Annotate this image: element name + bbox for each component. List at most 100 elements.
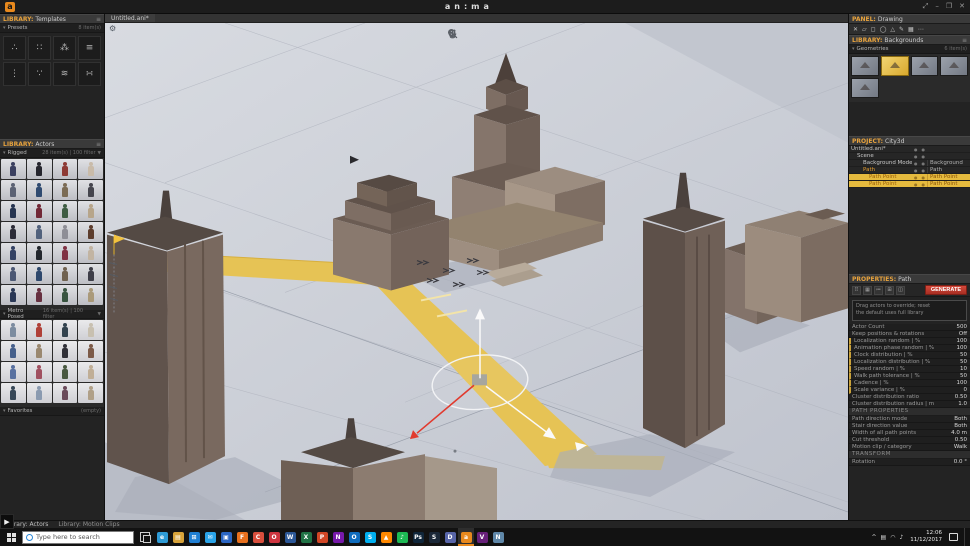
actor-thumbnail[interactable] bbox=[1, 341, 26, 361]
start-button[interactable] bbox=[0, 528, 22, 546]
drawing-tool-icon[interactable]: ⋯ bbox=[918, 26, 924, 33]
tray-icon[interactable]: ♪ bbox=[899, 534, 903, 541]
actor-thumbnail[interactable] bbox=[1, 201, 26, 221]
actor-thumbnail[interactable] bbox=[53, 159, 78, 179]
templates-library-header[interactable]: LIBRARY: Templates ≡ bbox=[0, 14, 104, 24]
template-preset-tile[interactable]: ∺ bbox=[78, 62, 101, 86]
property-value[interactable]: 50 bbox=[960, 359, 967, 365]
favorites-section-bar[interactable]: ▾ Favorites (empty) bbox=[0, 407, 104, 416]
property-row[interactable]: Width of all path points 4.0 m bbox=[849, 430, 970, 437]
property-value[interactable]: 50 bbox=[960, 352, 967, 358]
actor-thumbnail[interactable] bbox=[27, 201, 52, 221]
property-tab-icon[interactable]: ⠿ bbox=[852, 286, 861, 295]
actor-thumbnail[interactable] bbox=[78, 362, 103, 382]
show-desktop-button[interactable] bbox=[964, 528, 968, 546]
taskbar-app-icon[interactable]: ▣ bbox=[218, 528, 234, 546]
property-row[interactable]: Keep positions & rotations Off bbox=[849, 331, 970, 338]
task-view-icon[interactable] bbox=[140, 532, 150, 542]
property-value[interactable]: 0.50 bbox=[955, 394, 967, 400]
property-value[interactable]: 500 bbox=[957, 324, 968, 330]
actor-thumbnail[interactable] bbox=[1, 320, 26, 340]
zoom-in-tool-icon[interactable] bbox=[501, 28, 512, 39]
property-row[interactable]: Cut threshold 0.50 bbox=[849, 437, 970, 444]
property-value[interactable]: Both bbox=[954, 416, 967, 422]
zoom-out-tool-icon[interactable] bbox=[483, 28, 494, 39]
viewport-scene[interactable]: ⚙ bbox=[105, 23, 848, 520]
actor-thumbnail[interactable] bbox=[27, 180, 52, 200]
property-row[interactable]: Clock distribution | % 50 bbox=[849, 352, 970, 359]
drawing-tool-icon[interactable]: ✕ bbox=[853, 26, 858, 33]
lock-dot-icon[interactable]: ● bbox=[922, 182, 926, 187]
property-row[interactable]: Walk path tolerance | % 50 bbox=[849, 373, 970, 380]
close-icon[interactable]: ✕ bbox=[959, 2, 965, 11]
actor-thumbnail[interactable] bbox=[1, 222, 26, 242]
actor-thumbnail[interactable] bbox=[78, 320, 103, 340]
drawing-tool-icon[interactable]: ◻ bbox=[871, 26, 876, 33]
property-row[interactable]: Animation phase random | % 100 bbox=[849, 345, 970, 352]
actor-thumbnail[interactable] bbox=[53, 383, 78, 403]
drawing-tool-icon[interactable]: ▦ bbox=[908, 26, 914, 33]
actor-thumbnail[interactable] bbox=[27, 264, 52, 284]
property-row[interactable]: Motion clip / category Walk bbox=[849, 444, 970, 451]
property-row[interactable]: Actor Count 500 bbox=[849, 324, 970, 331]
maximize-icon[interactable]: ❐ bbox=[946, 2, 952, 11]
outliner-row[interactable]: Path Point ● ● Path Point bbox=[849, 174, 970, 181]
template-preset-tile[interactable]: ≡ bbox=[78, 36, 101, 60]
property-value[interactable]: 10 bbox=[960, 366, 967, 372]
taskbar-clock[interactable]: 12:06 11/12/2017 bbox=[910, 530, 942, 544]
menu-icon[interactable]: ≡ bbox=[96, 16, 101, 23]
template-preset-tile[interactable]: ≋ bbox=[53, 62, 76, 86]
taskbar-app-icon[interactable]: a bbox=[458, 528, 474, 546]
lock-dot-icon[interactable]: ● bbox=[922, 147, 926, 152]
tray-icon[interactable]: ^ bbox=[872, 534, 877, 541]
actor-thumbnail[interactable] bbox=[53, 222, 78, 242]
actor-thumbnail[interactable] bbox=[27, 341, 52, 361]
taskbar-app-icon[interactable]: F bbox=[234, 528, 250, 546]
tray-icon[interactable]: ▤ bbox=[881, 534, 887, 541]
property-value[interactable]: Walk bbox=[954, 444, 967, 450]
actor-thumbnail[interactable] bbox=[27, 383, 52, 403]
property-value[interactable]: 100 bbox=[957, 338, 968, 344]
property-value[interactable]: 100 bbox=[957, 345, 968, 351]
taskbar-app-icon[interactable]: V bbox=[474, 528, 490, 546]
property-row[interactable]: Cluster distribution radius | m 1.0 bbox=[849, 401, 970, 408]
actor-thumbnail[interactable] bbox=[53, 180, 78, 200]
taskbar-app-icon[interactable]: Ps bbox=[410, 528, 426, 546]
property-row[interactable]: Cadence | % 100 bbox=[849, 380, 970, 387]
property-value[interactable]: 50 bbox=[960, 373, 967, 379]
property-row[interactable]: Cluster distribution ratio 0.50 bbox=[849, 394, 970, 401]
document-tab[interactable]: Untitled.ani* bbox=[105, 14, 155, 22]
property-value[interactable]: 1.0 bbox=[958, 401, 967, 407]
project-header[interactable]: PROJECT: City3d bbox=[849, 136, 970, 146]
menu-icon[interactable]: ≡ bbox=[962, 37, 967, 44]
scene-canvas-svg[interactable] bbox=[105, 23, 848, 520]
actor-thumbnail[interactable] bbox=[27, 285, 52, 305]
actor-thumbnail[interactable] bbox=[78, 180, 103, 200]
actor-thumbnail[interactable] bbox=[53, 201, 78, 221]
background-thumbnail[interactable] bbox=[911, 56, 939, 76]
background-thumbnail[interactable] bbox=[851, 78, 879, 98]
taskbar-app-icon[interactable]: X bbox=[298, 528, 314, 546]
property-value[interactable]: 0 bbox=[964, 387, 968, 393]
visibility-dot-icon[interactable]: ● bbox=[914, 161, 918, 166]
property-tab-icon[interactable]: ◫ bbox=[896, 286, 905, 295]
background-thumbnail[interactable] bbox=[851, 56, 879, 76]
visibility-dot-icon[interactable]: ● bbox=[914, 154, 918, 159]
property-row[interactable]: Path direction mode Both bbox=[849, 416, 970, 423]
taskbar-app-icon[interactable]: ♪ bbox=[394, 528, 410, 546]
property-value[interactable]: 4.0 m bbox=[951, 430, 967, 436]
actor-thumbnail[interactable] bbox=[53, 341, 78, 361]
taskbar-app-icon[interactable]: N bbox=[330, 528, 346, 546]
actor-thumbnail[interactable] bbox=[78, 264, 103, 284]
properties-header[interactable]: PROPERTIES: Path bbox=[849, 274, 970, 284]
actor-thumbnail[interactable] bbox=[1, 180, 26, 200]
actor-thumbnail[interactable] bbox=[78, 243, 103, 263]
property-value[interactable]: Both bbox=[954, 423, 967, 429]
actor-thumbnail[interactable] bbox=[78, 222, 103, 242]
actor-thumbnail[interactable] bbox=[1, 383, 26, 403]
property-row[interactable]: Stair direction value Both bbox=[849, 423, 970, 430]
viewport[interactable]: Untitled.ani* bbox=[105, 14, 848, 520]
filter-icon[interactable]: ▼ bbox=[98, 312, 101, 317]
lock-dot-icon[interactable]: ● bbox=[922, 161, 926, 166]
actor-thumbnail[interactable] bbox=[53, 285, 78, 305]
